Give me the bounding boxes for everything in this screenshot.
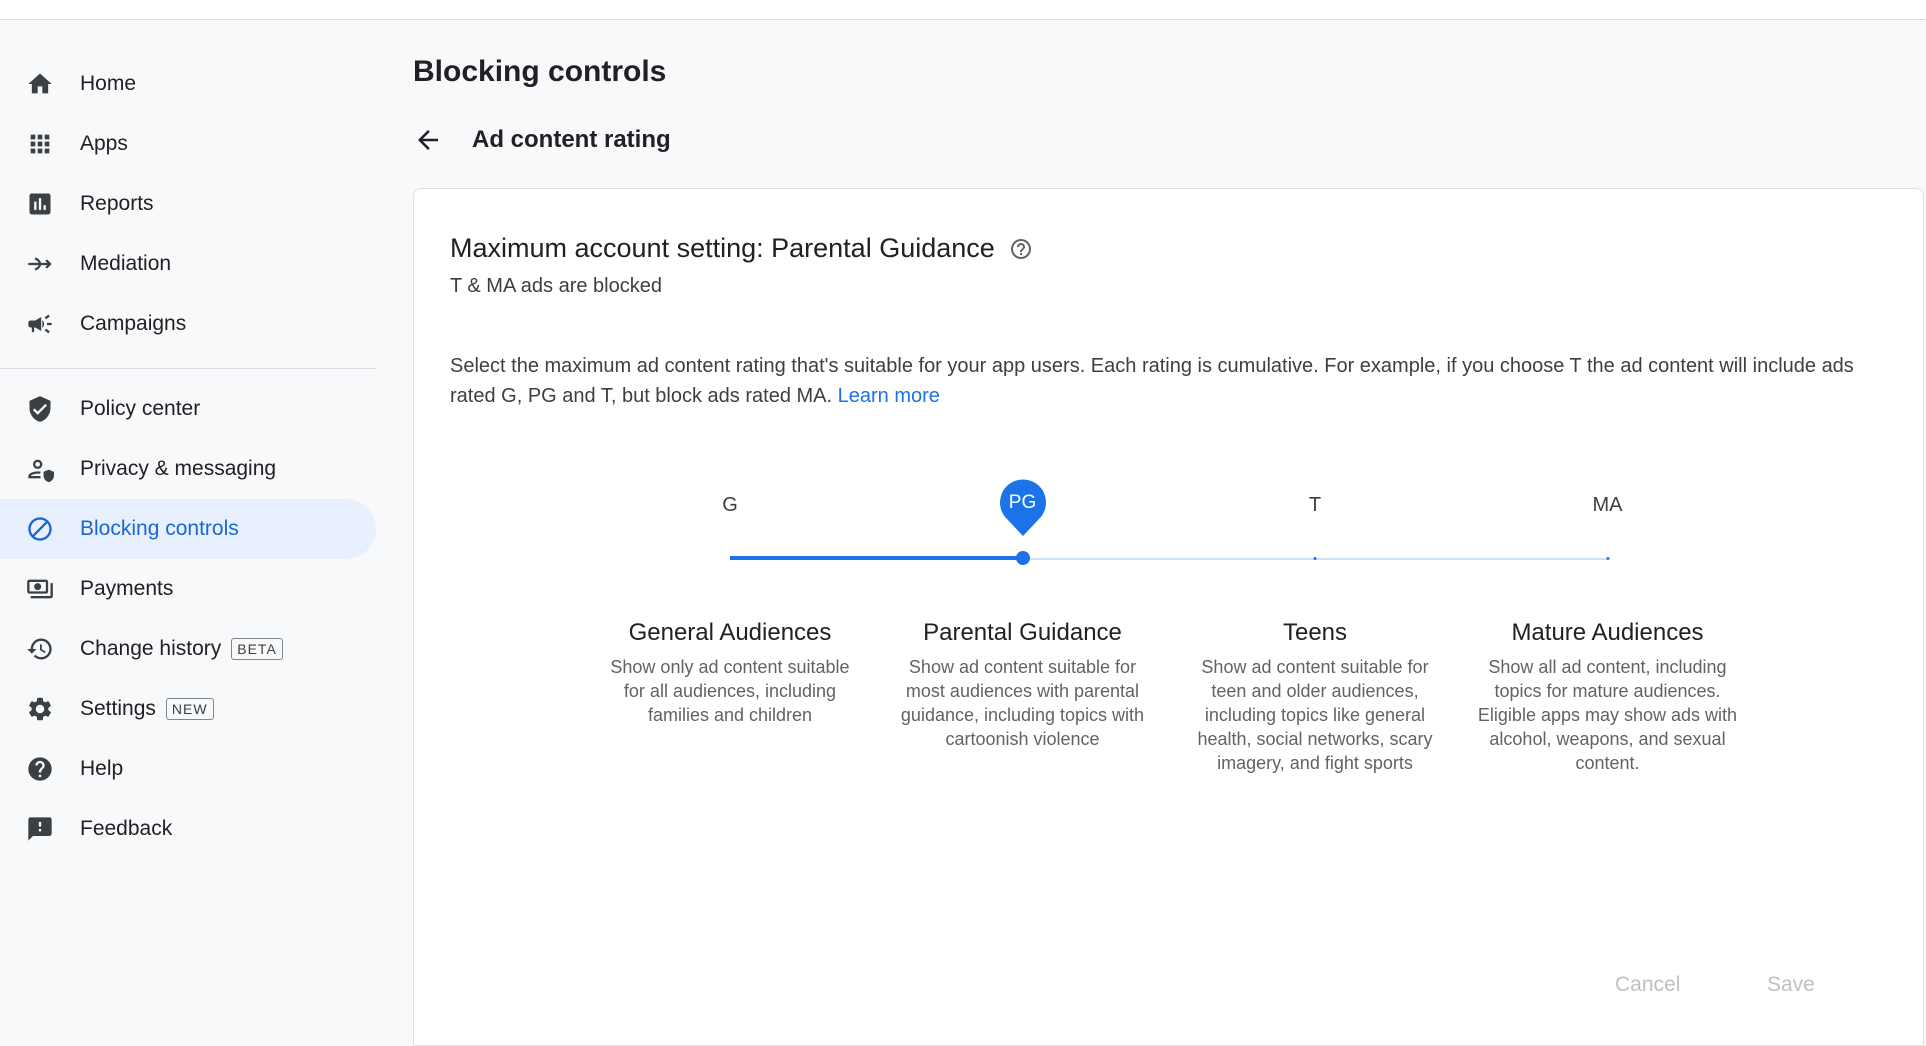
tick-label-ma[interactable]: MA [1593, 494, 1623, 517]
level-mature-audiences: Mature Audiences Show all ad content, in… [1476, 619, 1740, 775]
level-title: Mature Audiences [1511, 619, 1704, 646]
sidebar-item-label: Reports [80, 192, 154, 215]
sidebar-item-payments[interactable]: Payments [0, 559, 376, 619]
apps-grid-icon [26, 130, 54, 158]
sidebar-item-campaigns[interactable]: Campaigns [0, 294, 376, 354]
subpage-header: Ad content rating [410, 122, 671, 158]
sidebar-nav: Home Apps Reports Mediation Campaigns Po… [0, 20, 377, 1046]
ad-content-rating-card: Maximum account setting: Parental Guidan… [413, 188, 1924, 1046]
sidebar-item-home[interactable]: Home [0, 54, 376, 114]
block-icon [26, 515, 54, 543]
level-general-audiences: General Audiences Show only ad content s… [598, 619, 862, 727]
payments-icon [26, 575, 54, 603]
sidebar-item-change-history[interactable]: Change history BETA [0, 619, 376, 679]
beta-badge: BETA [231, 638, 283, 660]
level-teens: Teens Show ad content suitable for teen … [1183, 619, 1447, 775]
sidebar-item-blocking-controls[interactable]: Blocking controls [0, 499, 376, 559]
tick-dot-t [1313, 557, 1317, 560]
sidebar-item-help[interactable]: Help [0, 739, 376, 799]
new-badge: NEW [165, 698, 214, 720]
level-description: Show all ad content, including topics fo… [1477, 657, 1738, 773]
sidebar-item-apps[interactable]: Apps [0, 114, 376, 174]
cancel-button[interactable]: Cancel [1615, 973, 1680, 997]
sidebar-item-label: Blocking controls [80, 517, 239, 540]
sidebar-primary-group: Home Apps Reports Mediation Campaigns [0, 20, 377, 354]
card-actions: Cancel Save [414, 973, 1925, 1013]
sidebar-secondary-group: Policy center Privacy & messaging Blocki… [0, 379, 377, 859]
sidebar-item-label: Mediation [80, 252, 172, 275]
gear-icon [26, 695, 54, 723]
history-icon [26, 635, 54, 663]
slider-thumb[interactable] [1015, 551, 1030, 565]
sidebar-item-settings[interactable]: Settings NEW [0, 679, 376, 739]
sidebar-item-label: Payments [80, 577, 174, 600]
sidebar-item-privacy-messaging[interactable]: Privacy & messaging [0, 439, 376, 499]
slider-track-fill [730, 556, 1023, 560]
home-icon [26, 70, 54, 98]
sidebar-item-label: Change history [80, 637, 222, 660]
top-app-bar [0, 0, 1926, 20]
sidebar-item-feedback[interactable]: Feedback [0, 799, 376, 859]
sidebar-item-reports[interactable]: Reports [0, 174, 376, 234]
level-parental-guidance: Parental Guidance Show ad content suitab… [891, 619, 1155, 751]
privacy-person-icon [26, 455, 54, 483]
sidebar-item-label: Home [80, 72, 137, 95]
tick-dot-ma [1606, 557, 1609, 560]
sidebar-item-label: Feedback [80, 817, 173, 840]
sidebar-item-label: Privacy & messaging [80, 457, 277, 480]
bar-chart-icon [26, 190, 54, 218]
sidebar-item-label: Settings [80, 697, 156, 720]
megaphone-icon [26, 310, 54, 338]
page-title: Blocking controls [413, 55, 667, 88]
tick-label-t[interactable]: T [1309, 494, 1321, 517]
level-description: Show only ad content suitable for all au… [610, 657, 850, 725]
back-arrow-icon[interactable] [410, 122, 446, 158]
rating-slider[interactable]: G PG T MA PG General Audiences Show only… [414, 189, 1925, 789]
feedback-icon [26, 815, 54, 843]
selected-value-bubble: PG [998, 479, 1048, 537]
subpage-title: Ad content rating [472, 126, 671, 153]
level-description: Show ad content suitable for most audien… [900, 657, 1145, 749]
sidebar-item-label: Help [80, 757, 124, 780]
tick-label-g[interactable]: G [722, 494, 738, 517]
level-title: General Audiences [628, 619, 832, 646]
sidebar-item-label: Apps [80, 132, 128, 155]
selected-value-label: PG [1008, 492, 1037, 513]
save-button[interactable]: Save [1767, 973, 1815, 997]
sidebar-item-label: Policy center [80, 397, 201, 420]
mediation-icon [26, 250, 54, 278]
sidebar-item-label: Campaigns [80, 312, 187, 335]
level-title: Teens [1282, 619, 1348, 646]
help-circle-icon [26, 755, 54, 783]
sidebar-divider [0, 368, 376, 369]
shield-check-icon [26, 395, 54, 423]
sidebar-item-policy-center[interactable]: Policy center [0, 379, 376, 439]
sidebar-item-mediation[interactable]: Mediation [0, 234, 376, 294]
level-title: Parental Guidance [923, 619, 1122, 646]
level-description: Show ad content suitable for teen and ol… [1197, 657, 1433, 773]
